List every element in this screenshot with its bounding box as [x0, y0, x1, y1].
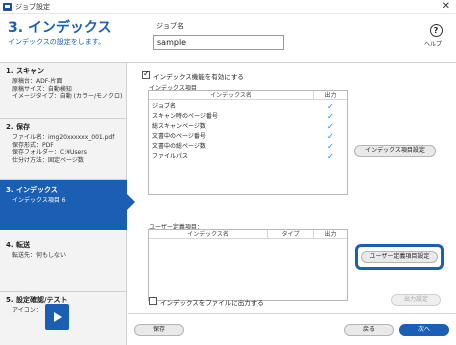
- step-detail: 原稿サイズ：自動検知: [12, 85, 72, 93]
- step-detail: 保存フォルダー：C:¥Users: [12, 149, 87, 156]
- output-check-icon: ✓: [327, 112, 334, 121]
- column-header: インデックス名: [149, 230, 267, 239]
- step-detail: 保存形式：PDF: [12, 141, 54, 149]
- index-name: 文書中のページ番号: [152, 133, 206, 140]
- column-header: タイプ: [267, 230, 313, 239]
- save-button[interactable]: 保存: [134, 324, 184, 336]
- table-row[interactable]: 文書中のページ番号 ✓: [149, 132, 347, 142]
- step-title: 3. インデックス: [6, 186, 58, 194]
- output-check-icon: ✓: [327, 122, 334, 131]
- column-header: インデックス名: [149, 91, 313, 100]
- output-check-icon: ✓: [327, 102, 334, 111]
- header: 3. インデックス インデックスの設定をします。 ジョブ名 ? ヘルプ: [0, 14, 456, 63]
- output-check-icon: ✓: [327, 132, 334, 141]
- app-icon: [3, 3, 12, 11]
- step-detail: ファイル名：img20xxxxxx_001.pdf: [12, 134, 115, 141]
- page-subtitle: インデックスの設定をします。: [8, 38, 106, 46]
- sidebar-step-transfer[interactable]: 4. 転送 転送先：何もしない: [0, 230, 127, 292]
- output-to-file-label: インデックスをファイルに出力する: [160, 299, 264, 307]
- help-button[interactable]: ? ヘルプ: [424, 24, 448, 48]
- user-items-table: インデックス名 タイプ 出力: [148, 229, 348, 301]
- table-row[interactable]: ファイルパス ✓: [149, 152, 347, 162]
- step-title: 2. 保存: [6, 123, 30, 131]
- index-name: ジョブ名: [152, 103, 177, 110]
- output-check-icon: ✓: [327, 152, 334, 161]
- enable-index-checkbox[interactable]: [142, 69, 150, 79]
- main-panel: インデックス機能を有効にする インデックス項目 インデックス名 出力 ジョブ名✓…: [128, 63, 456, 345]
- output-to-file-checkbox[interactable]: [149, 297, 157, 305]
- close-icon[interactable]: ✕: [442, 0, 450, 14]
- step-detail: 仕分け方法：固定ページ数: [12, 156, 84, 164]
- index-items-settings-button[interactable]: インデックス項目設定: [354, 145, 436, 157]
- help-icon: ?: [429, 24, 443, 37]
- job-name-label: ジョブ名: [156, 22, 184, 30]
- sidebar-step-scan[interactable]: 1. スキャン 原稿台：ADF-片面 原稿サイズ：自動検知 イメージタイプ：自動…: [0, 63, 127, 119]
- job-icon[interactable]: [45, 304, 69, 330]
- index-name: スキャン時のページ番号: [152, 113, 218, 120]
- help-label: ヘルプ: [424, 41, 443, 48]
- sidebar: 1. スキャン 原稿台：ADF-片面 原稿サイズ：自動検知 イメージタイプ：自動…: [0, 63, 135, 345]
- step-title: 4. 転送: [6, 241, 30, 249]
- next-button[interactable]: 次へ: [399, 324, 449, 336]
- window-title: ジョブ設定: [15, 3, 50, 11]
- back-button[interactable]: 戻る: [344, 324, 394, 336]
- index-name: 文書中の総ページ数: [152, 143, 206, 150]
- column-header: 出力: [313, 230, 347, 239]
- index-items-table: インデックス名 出力 ジョブ名 ✓ スキャン時のページ番号 ✓ 総スキャンページ数 ✓…: [148, 90, 348, 195]
- footer-divider: [128, 313, 456, 314]
- step-detail: イメージタイプ：自動 (カラー/モノクロ): [12, 93, 123, 100]
- enable-index-label: インデックス機能を有効にする: [153, 73, 244, 81]
- job-name-input[interactable]: [153, 35, 284, 50]
- index-name: ファイルパス: [152, 153, 189, 160]
- column-header: 出力: [313, 91, 347, 100]
- step-detail: 転送先：何もしない: [12, 252, 67, 259]
- output-settings-button[interactable]: 出力設定: [391, 294, 441, 306]
- output-check-icon: ✓: [327, 142, 334, 151]
- index-name: 総スキャンページ数: [152, 123, 206, 130]
- step-title: 1. スキャン: [6, 67, 44, 75]
- table-row[interactable]: ジョブ名 ✓: [149, 102, 347, 112]
- table-row[interactable]: スキャン時のページ番号 ✓: [149, 112, 347, 122]
- sidebar-step-save[interactable]: 2. 保存 ファイル名：img20xxxxxx_001.pdf 保存形式：PDF…: [0, 119, 127, 180]
- table-row[interactable]: 文書中の総ページ数 ✓: [149, 142, 347, 152]
- user-items-settings-button[interactable]: ユーザー定義項目設定: [361, 251, 438, 263]
- title-bar: ジョブ設定 ✕: [0, 0, 456, 14]
- page-title: 3. インデックス: [8, 20, 112, 36]
- step-detail: インデックス項目 6: [12, 197, 66, 204]
- step-detail: 原稿台：ADF-片面: [12, 78, 63, 85]
- table-row[interactable]: 総スキャンページ数 ✓: [149, 122, 347, 132]
- sidebar-step-index[interactable]: 3. インデックス インデックス項目 6: [0, 180, 135, 230]
